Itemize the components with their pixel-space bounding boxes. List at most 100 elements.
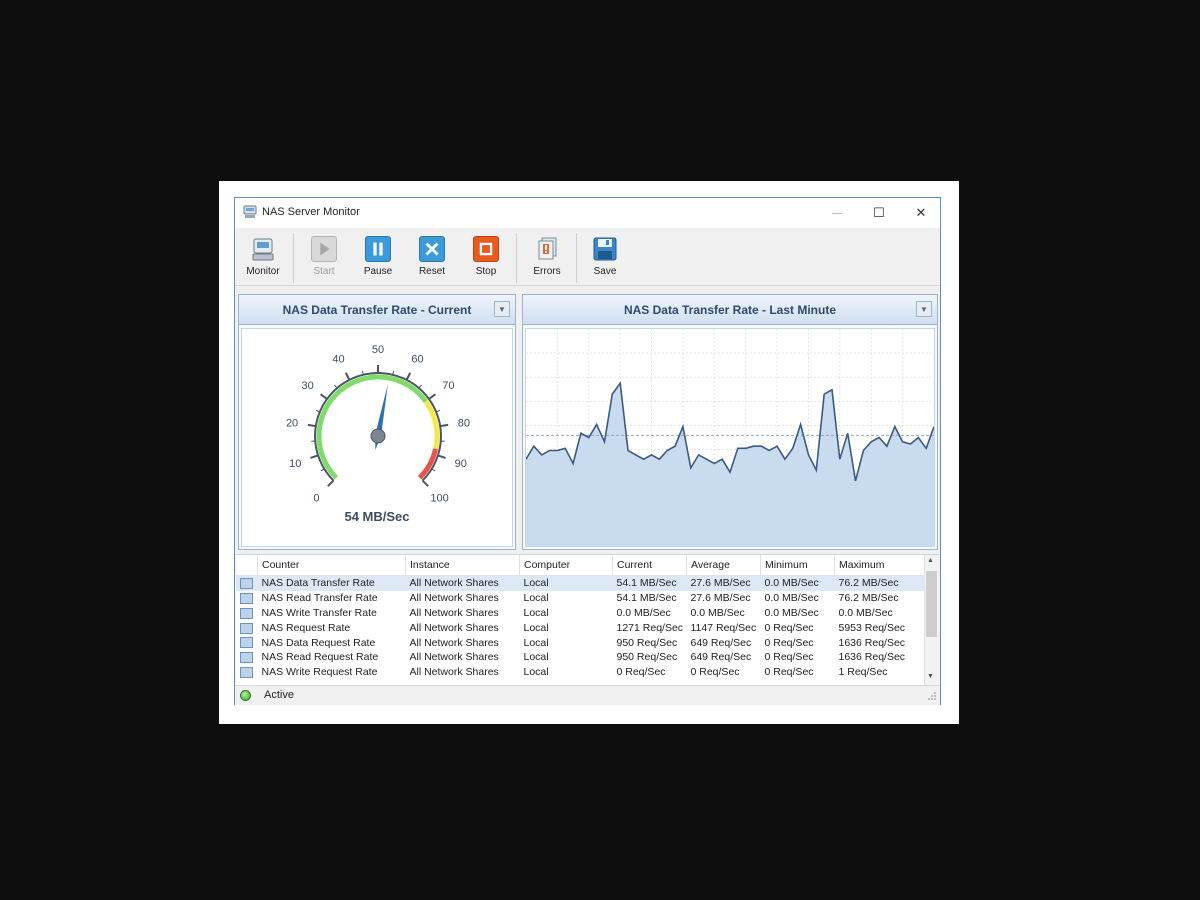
- chevron-down-icon: ▼: [920, 304, 928, 314]
- chart-panel-title: NAS Data Transfer Rate - Last Minute: [623, 302, 837, 317]
- cell-average: 649 Req/Sec: [690, 651, 752, 664]
- status-indicator-icon: [240, 690, 251, 701]
- table-row[interactable]: NAS Write Transfer Rate All Network Share…: [236, 606, 930, 621]
- chart-area-fill: [526, 383, 934, 546]
- errors-button[interactable]: Errors: [522, 229, 572, 285]
- transfer-rate-chart: [525, 329, 935, 546]
- cell-current: 0 Req/Sec: [616, 666, 666, 679]
- gauge-area: 0 10 20 30 40 50 60 70 80 90 100 54 MB/Sec: [241, 328, 513, 547]
- gauge-green-band: [316, 374, 428, 480]
- table-row[interactable]: NAS Read Transfer Rate All Network Shares…: [236, 591, 930, 606]
- gauge-panel-dropdown[interactable]: ▼: [494, 301, 510, 317]
- cell-instance: All Network Shares: [409, 651, 499, 664]
- scroll-up-icon[interactable]: ▲: [927, 557, 934, 564]
- close-icon: ✕: [915, 205, 927, 220]
- pause-label: Pause: [363, 266, 393, 277]
- save-button[interactable]: Save: [580, 229, 630, 285]
- pause-button[interactable]: Pause: [353, 229, 403, 285]
- table-row[interactable]: NAS Request Rate All Network Shares Local 1…: [236, 620, 930, 635]
- table-row[interactable]: NAS Write Request Rate All Network Shares…: [236, 665, 930, 680]
- play-icon: [311, 236, 337, 262]
- table-header-row: Counter Instance Computer Current Averag…: [236, 555, 930, 576]
- column-header-counter[interactable]: Counter: [257, 555, 406, 576]
- cell-computer: Local: [523, 592, 549, 605]
- column-header-current[interactable]: Current: [612, 555, 687, 576]
- errors-label: Errors: [533, 266, 561, 277]
- cell-current: 1271 Req/Sec: [616, 621, 684, 634]
- maximize-button[interactable]: ☐: [857, 198, 901, 228]
- app-icon: [243, 205, 257, 218]
- gauge-major-tick: [307, 423, 316, 428]
- start-button[interactable]: Start: [299, 229, 349, 285]
- counter-chart-icon: [240, 666, 253, 678]
- minimize-button[interactable]: —: [815, 198, 859, 228]
- counter-chart-icon: [240, 622, 253, 634]
- maximize-icon: ☐: [873, 205, 885, 220]
- gauge-tick-label: 60: [411, 353, 423, 365]
- counters-table-container: Counter Instance Computer Current Averag…: [236, 554, 939, 685]
- scrollbar-thumb[interactable]: [926, 571, 937, 637]
- cell-computer: Local: [523, 636, 549, 649]
- status-text: Active: [264, 689, 294, 701]
- cell-minimum: 0 Req/Sec: [764, 666, 814, 679]
- chart-panel-dropdown[interactable]: ▼: [916, 301, 932, 317]
- title-bar: NAS Server Monitor — ☐ ✕: [235, 198, 940, 228]
- chevron-down-icon: ▼: [498, 304, 506, 314]
- cell-average: 27.6 MB/Sec: [690, 592, 751, 605]
- cell-computer: Local: [523, 621, 549, 634]
- counters-table: Counter Instance Computer Current Averag…: [236, 555, 930, 680]
- scroll-down-icon[interactable]: ▼: [927, 673, 934, 680]
- gauge-major-tick: [437, 454, 446, 459]
- cell-maximum: 0.0 MB/Sec: [838, 606, 893, 619]
- cell-maximum: 1 Req/Sec: [838, 666, 888, 679]
- gauge-tick-label: 70: [442, 380, 454, 392]
- reset-label: Reset: [418, 266, 446, 277]
- gauge-major-tick: [327, 479, 335, 487]
- cell-current: 950 Req/Sec: [616, 651, 678, 664]
- gauge-tick-label: 40: [332, 353, 344, 365]
- cell-instance: All Network Shares: [409, 666, 499, 679]
- cell-computer: Local: [523, 606, 549, 619]
- app-window: NAS Server Monitor — ☐ ✕ Monitor Start P…: [234, 197, 941, 705]
- counter-chart-icon: [240, 652, 253, 664]
- monitor-icon: [252, 238, 274, 261]
- cell-current: 54.1 MB/Sec: [612, 575, 687, 591]
- stop-button[interactable]: Stop: [461, 229, 511, 285]
- monitor-button[interactable]: Monitor: [238, 229, 288, 285]
- gauge-readout: 54 MB/Sec: [344, 509, 410, 524]
- column-header-maximum[interactable]: Maximum: [834, 555, 930, 576]
- gauge-major-tick: [440, 423, 449, 428]
- column-header-instance[interactable]: Instance: [405, 555, 520, 576]
- stop-label: Stop: [475, 266, 497, 277]
- column-header-computer[interactable]: Computer: [519, 555, 613, 576]
- cell-counter: NAS Read Transfer Rate: [261, 592, 378, 605]
- cell-maximum: 1636 Req/Sec: [838, 636, 906, 649]
- cell-counter: NAS Read Request Rate: [261, 651, 379, 664]
- table-row[interactable]: NAS Read Request Rate All Network Shares L…: [236, 650, 930, 665]
- gauge-tick-label: 0: [313, 493, 319, 505]
- row-icon-cell: [236, 591, 258, 606]
- cell-minimum: 0.0 MB/Sec: [764, 606, 819, 619]
- cell-average: 0.0 MB/Sec: [690, 606, 745, 619]
- counter-chart-icon: [240, 637, 253, 649]
- cell-counter: NAS Write Request Rate: [261, 666, 378, 679]
- column-header-average[interactable]: Average: [686, 555, 761, 576]
- cell-average: 27.6 MB/Sec: [686, 575, 761, 591]
- column-header-minimum[interactable]: Minimum: [760, 555, 835, 576]
- table-row[interactable]: NAS Data Request Rate All Network Shares L…: [236, 635, 930, 650]
- close-button[interactable]: ✕: [899, 198, 943, 228]
- gauge-minor-tick: [334, 384, 338, 389]
- table-scrollbar[interactable]: ▲ ▼: [924, 555, 939, 685]
- reset-button[interactable]: Reset: [407, 229, 457, 285]
- cell-instance: All Network Shares: [409, 621, 499, 634]
- cell-average: 1147 Req/Sec: [690, 621, 757, 634]
- cell-computer: Local: [523, 651, 549, 664]
- chart-panel-header: NAS Data Transfer Rate - Last Minute ▼: [523, 295, 937, 325]
- gauge-major-tick: [405, 372, 412, 381]
- cell-counter: NAS Write Transfer Rate: [261, 606, 377, 619]
- status-bar: Active: [235, 685, 940, 705]
- gauge-panel-header: NAS Data Transfer Rate - Current ▼: [239, 295, 515, 325]
- resize-grip-icon[interactable]: [928, 692, 937, 701]
- table-row[interactable]: NAS Data Transfer Rate All Network Shares…: [236, 575, 930, 591]
- gauge-tick-label: 20: [286, 417, 298, 429]
